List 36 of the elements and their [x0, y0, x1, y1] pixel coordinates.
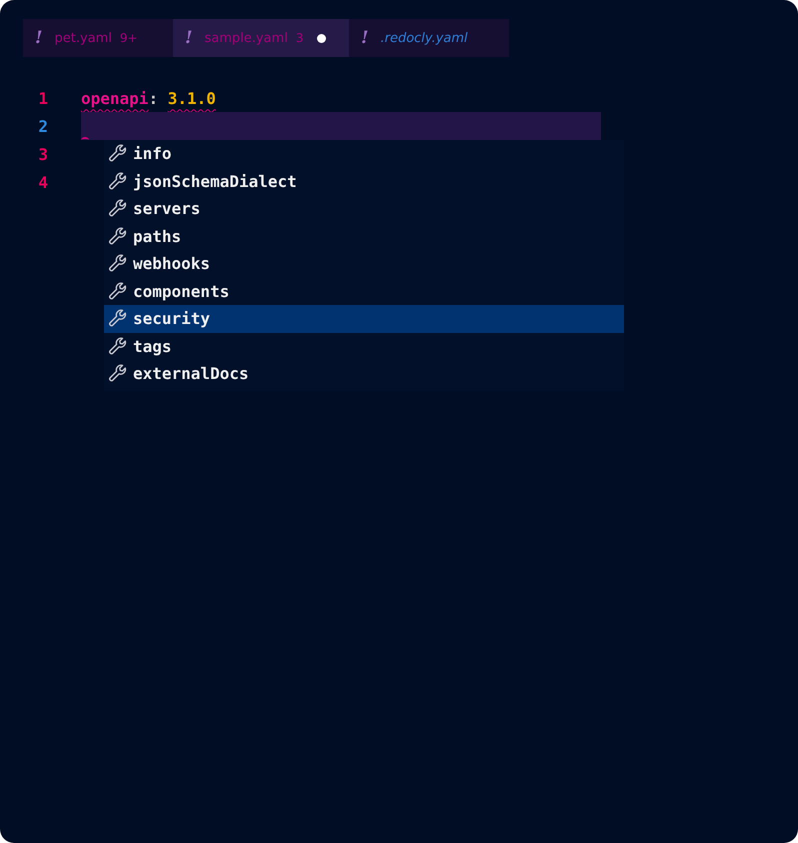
- file-tab[interactable]: ! .redocly.yaml: [349, 19, 480, 57]
- yaml-value: 3.1.0: [168, 88, 216, 108]
- line-number: 4: [37, 172, 49, 192]
- line-number: 3: [37, 144, 49, 164]
- wrench-icon: [108, 199, 127, 218]
- suggestion-item[interactable]: paths: [104, 222, 624, 250]
- suggestion-item[interactable]: tags: [104, 332, 624, 360]
- suggestion-item[interactable]: jsonSchemaDialect: [104, 168, 624, 195]
- wrench-icon: [108, 309, 127, 328]
- suggestion-item[interactable]: servers: [104, 195, 624, 222]
- warning-icon: !: [361, 28, 368, 48]
- yaml-key: openapi: [81, 88, 148, 108]
- suggestion-item[interactable]: components: [104, 278, 624, 305]
- suggestion-item[interactable]: externalDocs: [104, 360, 624, 388]
- file-tab[interactable]: ! sample.yaml 3: [173, 19, 349, 57]
- suggestion-item[interactable]: webhooks: [104, 250, 624, 278]
- wrench-icon: [108, 144, 127, 164]
- line-number: 2: [37, 116, 49, 136]
- wrench-icon: [108, 172, 127, 191]
- warning-icon: !: [185, 28, 192, 48]
- tab-label: pet.yaml: [54, 30, 112, 46]
- wrench-icon: [108, 254, 127, 274]
- tab-label: .redocly.yaml: [380, 30, 468, 46]
- problem-count: 9+: [120, 31, 138, 45]
- colon: :: [148, 88, 158, 108]
- problem-count: 3: [296, 31, 304, 45]
- warning-icon: !: [35, 28, 42, 48]
- wrench-icon: [108, 282, 127, 301]
- file-tab[interactable]: ! pet.yaml 9+: [23, 19, 173, 57]
- suggestion-item[interactable]: security: [104, 305, 624, 332]
- line-number: 1: [37, 88, 49, 108]
- wrench-icon: [108, 226, 127, 246]
- wrench-icon: [108, 364, 127, 384]
- suggestion-item[interactable]: info: [104, 140, 624, 168]
- tab-label: sample.yaml: [204, 30, 288, 46]
- wrench-icon: [108, 336, 127, 356]
